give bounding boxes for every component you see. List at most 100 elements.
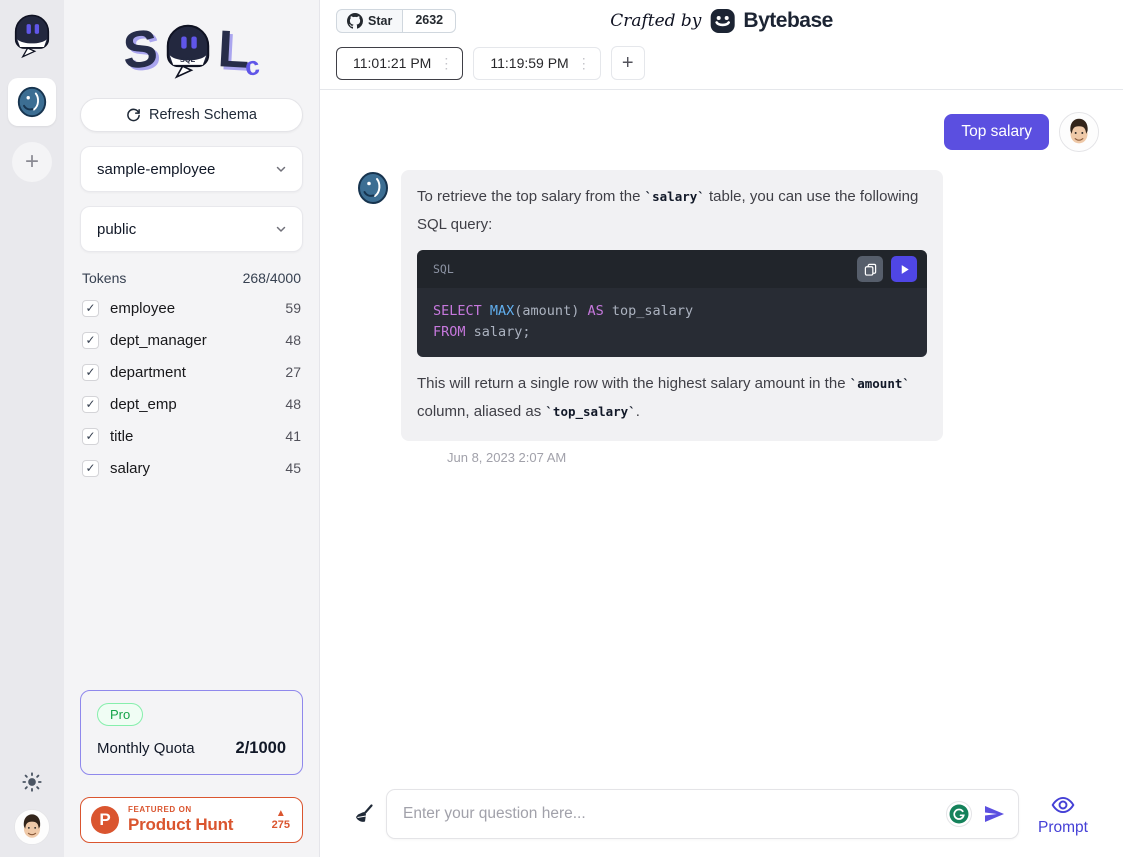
table-token-count: 59 xyxy=(285,300,301,316)
schema-select-value: public xyxy=(97,221,136,238)
star-count[interactable]: 2632 xyxy=(403,9,456,33)
table-checkbox[interactable]: ✓ xyxy=(82,460,99,477)
app-rail: + xyxy=(0,0,64,857)
crafted-by-label: Crafted by xyxy=(610,11,701,31)
tab-conversation-1[interactable]: 11:01:21 PM ⋮ xyxy=(336,47,463,80)
code-block-header: SQL xyxy=(417,250,927,288)
tokens-value: 268/4000 xyxy=(243,270,301,286)
table-row-dept-manager[interactable]: ✓ dept_manager 48 xyxy=(80,324,303,356)
grammarly-icon[interactable] xyxy=(946,801,972,827)
upvote-icon: ▲ xyxy=(272,808,290,820)
conversation-tabs: 11:01:21 PM ⋮ 11:19:59 PM ⋮ + xyxy=(320,40,1123,90)
table-token-count: 45 xyxy=(285,460,301,476)
tab-label: 11:19:59 PM xyxy=(490,55,568,71)
crafted-by-brand[interactable]: Crafted by Bytebase xyxy=(610,8,833,34)
github-star-button[interactable]: Star xyxy=(336,9,403,33)
quota-value: 2/1000 xyxy=(236,739,286,758)
table-checkbox[interactable]: ✓ xyxy=(82,396,99,413)
table-row-title[interactable]: ✓ title 41 xyxy=(80,420,303,452)
sql-code-block: SQL xyxy=(417,250,927,357)
product-hunt-featured-label: FEATURED ON xyxy=(128,805,233,814)
refresh-schema-label: Refresh Schema xyxy=(149,107,257,123)
sidebar: S SQL L c Refresh Schema sample-employee… xyxy=(64,0,320,857)
tab-menu-dots-icon[interactable]: ⋮ xyxy=(439,55,453,72)
sql-token: AS xyxy=(587,303,603,319)
tab-menu-dots-icon[interactable]: ⋮ xyxy=(577,55,591,72)
sql-token: (amount) xyxy=(514,303,587,319)
table-token-count: 48 xyxy=(285,396,301,412)
assistant-outro-between: column, aliased as xyxy=(417,403,545,420)
question-input[interactable] xyxy=(403,805,936,823)
table-row-department[interactable]: ✓ department 27 xyxy=(80,356,303,388)
message-timestamp: Jun 8, 2023 2:07 AM xyxy=(447,450,943,465)
table-name: salary xyxy=(110,460,150,477)
quota-row: Monthly Quota 2/1000 xyxy=(97,739,286,758)
upvote-count: 275 xyxy=(272,819,290,832)
table-checkbox[interactable]: ✓ xyxy=(82,332,99,349)
product-hunt-name: Product Hunt xyxy=(128,815,233,835)
sqlchat-logo: S SQL L c xyxy=(80,8,303,92)
sql-token: SELECT xyxy=(433,303,490,319)
quota-label: Monthly Quota xyxy=(97,740,195,757)
assistant-outro-end: . xyxy=(636,403,640,420)
logo-letter-c-wrench: c xyxy=(243,50,262,83)
table-row-dept-emp[interactable]: ✓ dept_emp 48 xyxy=(80,388,303,420)
assistant-outro-text: This will return a single row with the h… xyxy=(417,375,850,392)
composer-footer: Prompt xyxy=(320,789,1123,857)
table-name: employee xyxy=(110,300,175,317)
clear-conversation-broom-icon[interactable] xyxy=(352,802,376,826)
send-button[interactable] xyxy=(982,802,1006,826)
theme-toggle-sun-icon[interactable] xyxy=(21,771,43,793)
eye-icon xyxy=(1050,792,1076,818)
new-conversation-button[interactable]: + xyxy=(611,46,645,80)
refresh-schema-button[interactable]: Refresh Schema xyxy=(80,98,303,132)
prompt-label: Prompt xyxy=(1038,819,1088,837)
copy-code-button[interactable] xyxy=(857,256,883,282)
chat-messages-area: Top salary xyxy=(320,90,1123,789)
run-query-button[interactable] xyxy=(891,256,917,282)
connection-postgres-item[interactable] xyxy=(8,78,56,126)
table-row-salary[interactable]: ✓ salary 45 xyxy=(80,452,303,484)
schema-select[interactable]: public xyxy=(80,206,303,252)
user-menu-avatar[interactable] xyxy=(14,809,50,845)
prompt-toggle[interactable]: Prompt xyxy=(1029,792,1097,837)
sqlchat-bot-icon[interactable] xyxy=(10,10,54,60)
logo-robot-icon: SQL xyxy=(160,19,216,81)
bytebase-logo-icon xyxy=(709,8,735,34)
product-hunt-badge-link[interactable]: P FEATURED ON Product Hunt ▲ 275 xyxy=(80,797,303,843)
logo-letter-s: S xyxy=(122,22,159,78)
sidebar-spacer xyxy=(80,484,303,690)
chevron-down-icon xyxy=(274,222,288,236)
table-checkbox[interactable]: ✓ xyxy=(82,364,99,381)
topbar: Star 2632 Crafted by Bytebase xyxy=(320,0,1123,40)
inline-code-amount: `amount` xyxy=(850,376,910,391)
inline-code-top-salary: `top_salary` xyxy=(545,404,635,419)
database-select-value: sample-employee xyxy=(97,161,215,178)
tokens-summary: Tokens 268/4000 xyxy=(82,270,301,286)
table-checkbox[interactable]: ✓ xyxy=(82,300,99,317)
sql-code: SELECT MAX(amount) AS top_salary FROM sa… xyxy=(417,288,927,357)
bytebase-brand-name: Bytebase xyxy=(743,9,832,33)
assistant-message-row: To retrieve the top salary from the `sal… xyxy=(355,170,1099,465)
assistant-postgres-avatar xyxy=(355,170,391,206)
sql-token: salary; xyxy=(466,324,531,340)
tab-conversation-2[interactable]: 11:19:59 PM ⋮ xyxy=(473,47,600,80)
database-select[interactable]: sample-employee xyxy=(80,146,303,192)
refresh-icon xyxy=(126,108,141,123)
github-star-widget[interactable]: Star 2632 xyxy=(336,9,456,33)
table-row-employee[interactable]: ✓ employee 59 xyxy=(80,292,303,324)
pro-quota-card: Pro Monthly Quota 2/1000 xyxy=(80,690,303,775)
star-label: Star xyxy=(368,14,392,28)
code-language-label: SQL xyxy=(433,255,454,283)
table-checkbox[interactable]: ✓ xyxy=(82,428,99,445)
table-name: dept_emp xyxy=(110,396,177,413)
chevron-down-icon xyxy=(274,162,288,176)
table-token-count: 27 xyxy=(285,364,301,380)
add-connection-button[interactable]: + xyxy=(12,142,52,182)
table-name: dept_manager xyxy=(110,332,207,349)
question-input-container xyxy=(386,789,1019,839)
logo-chest-label: SQL xyxy=(180,55,196,64)
main-panel: Star 2632 Crafted by Bytebase 11:01:21 P… xyxy=(320,0,1123,857)
inline-code-salary: `salary` xyxy=(645,189,705,204)
assistant-message-bubble: To retrieve the top salary from the `sal… xyxy=(401,170,943,441)
